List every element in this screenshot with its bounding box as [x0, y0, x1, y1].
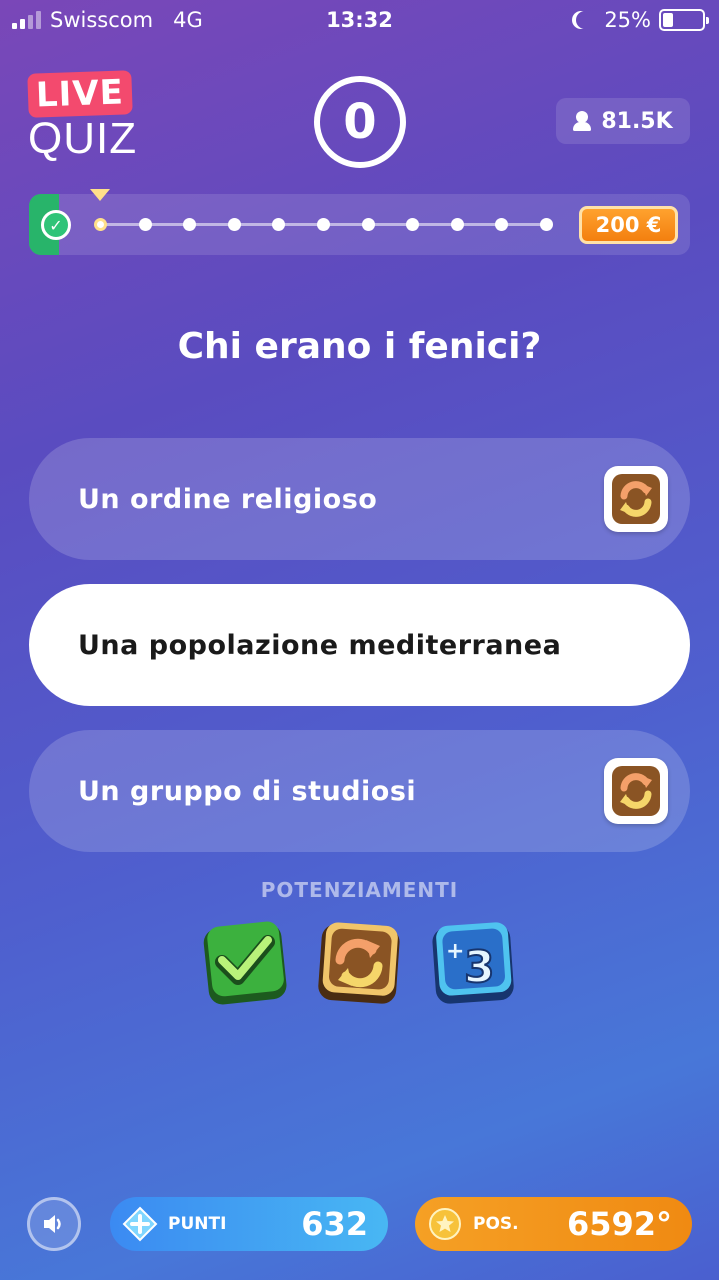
- progress-step-dot: [450, 218, 464, 231]
- progress-step-dot: [183, 218, 197, 231]
- points-pill: PUNTI 632: [110, 1197, 388, 1251]
- progress-step-dot: [406, 218, 420, 231]
- viewers-badge: 81.5K: [556, 98, 690, 144]
- position-value: 6592°: [566, 1205, 672, 1243]
- swap-icon[interactable]: [604, 758, 668, 824]
- diamond-plus-icon: [122, 1206, 158, 1242]
- live-quiz-logo: LIVE QUIZ: [27, 70, 148, 163]
- swap-powerup-icon[interactable]: [314, 918, 404, 1008]
- question-progress: ✓ 200 €: [29, 189, 690, 255]
- answer-text: Una popolazione mediterranea: [78, 629, 562, 661]
- do-not-disturb-icon: [576, 11, 594, 29]
- swap-icon[interactable]: [604, 466, 668, 532]
- prize-badge: 200 €: [579, 206, 678, 244]
- answer-option-2[interactable]: Una popolazione mediterranea: [29, 584, 690, 706]
- battery-percent: 25%: [604, 8, 651, 32]
- logo-live-text: LIVE: [27, 70, 133, 118]
- powerups-title: POTENZIAMENTI: [260, 878, 459, 902]
- svg-text:+: +: [446, 939, 464, 964]
- battery-icon: [659, 9, 709, 31]
- progress-step-dot: [227, 218, 241, 231]
- check-powerup-icon[interactable]: [200, 918, 290, 1008]
- plus-three-powerup-icon[interactable]: + 3: [428, 918, 518, 1008]
- current-step-marker: [90, 189, 110, 201]
- answer-text: Un gruppo di studiosi: [78, 775, 417, 807]
- logo-quiz-text: QUIZ: [28, 114, 138, 163]
- answer-text: Un ordine religioso: [78, 483, 378, 515]
- position-pill: POS. 6592°: [415, 1197, 692, 1251]
- progress-step-dot: [138, 218, 152, 231]
- progress-step-dot: [495, 218, 509, 231]
- position-label: POS.: [473, 1214, 519, 1234]
- progress-step-dot: [94, 218, 107, 231]
- progress-step-dot: [540, 218, 553, 231]
- answer-option-3[interactable]: Un gruppo di studiosi: [29, 730, 690, 852]
- progress-step-dot: [361, 218, 375, 231]
- progress-step-dot: [272, 218, 286, 231]
- user-icon: [573, 111, 592, 131]
- speaker-icon: [44, 1215, 61, 1233]
- points-value: 632: [301, 1205, 368, 1243]
- sound-button[interactable]: [27, 1197, 81, 1251]
- viewers-count: 81.5K: [601, 108, 673, 134]
- points-label: PUNTI: [168, 1214, 227, 1234]
- answer-counter: 0: [314, 76, 406, 168]
- question-text: Chi erano i fenici?: [177, 326, 542, 367]
- medal-icon: [429, 1208, 461, 1240]
- svg-text:3: 3: [464, 942, 495, 993]
- progress-step-dot: [317, 218, 330, 231]
- check-circle-icon: ✓: [41, 210, 71, 240]
- answer-option-1[interactable]: Un ordine religioso: [29, 438, 690, 560]
- status-bar: Swisscom 4G 13:32 25%: [0, 0, 719, 40]
